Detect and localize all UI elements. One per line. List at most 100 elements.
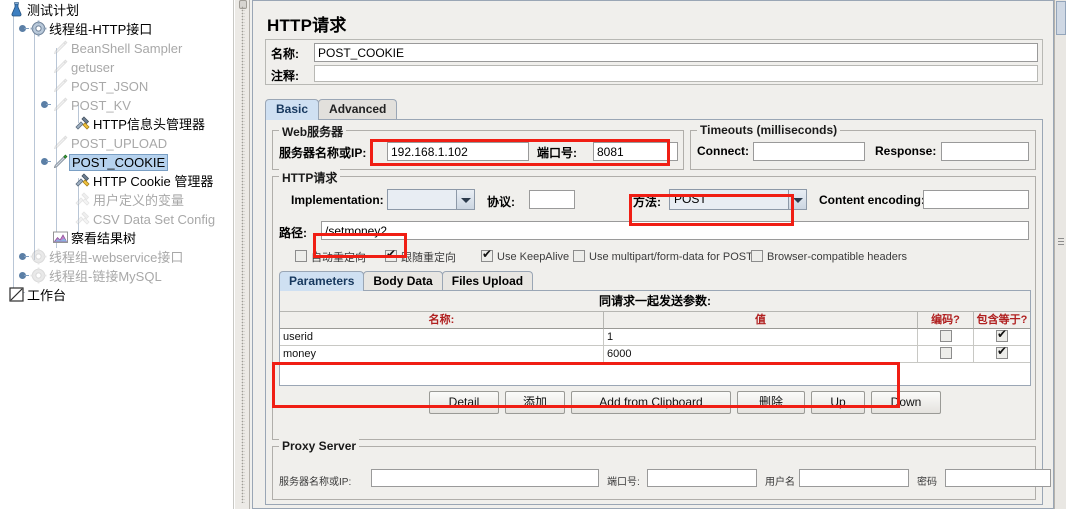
tree-node[interactable]: 测试计划 [0,0,233,19]
tree-node[interactable]: 工作台 [0,285,233,304]
proxy-username-input[interactable] [799,469,909,487]
tree-node[interactable]: 用户定义的变量 [0,190,233,209]
implementation-combo[interactable] [387,189,475,210]
params-tabs[interactable]: Parameters Body Data Files Upload [279,271,534,291]
tree-expand-handle[interactable] [18,24,29,33]
param-button-[interactable]: 删除 [737,391,805,414]
config-disabled-icon [74,191,91,208]
tree-node-label: HTTP信息头管理器 [93,117,205,133]
tree-node[interactable]: POST_UPLOAD [0,133,233,152]
param-button-up[interactable]: Up [811,391,865,414]
tree-expand-handle[interactable] [18,252,29,261]
tab-body-data[interactable]: Body Data [363,271,443,291]
tree-node-label: getuser [71,60,115,76]
editor-tabs[interactable]: Basic Advanced [265,99,398,120]
cell-param-value[interactable]: 1 [604,329,918,346]
parameters-button-bar[interactable]: Detail 添加 Add from Clipboard 删除 Up Down [279,391,1031,417]
response-timeout-input[interactable] [941,142,1029,161]
sampler-disabled-icon [52,96,69,113]
param-button-down[interactable]: Down [871,391,941,414]
proxy-server-name-input[interactable] [371,469,599,487]
tree-node-label: 线程组-链接MySQL [49,269,162,285]
method-combo[interactable]: POST [669,189,807,210]
include-equals-checkbox[interactable] [996,328,1008,343]
window-scrollbar[interactable] [1054,0,1066,509]
chevron-down-icon[interactable] [788,190,806,209]
connect-timeout-input[interactable] [753,142,865,161]
cell-include-equals[interactable] [974,345,1030,363]
tree-node[interactable]: HTTP Cookie 管理器 [0,171,233,190]
tab-files-upload[interactable]: Files Upload [441,271,534,291]
tree-node[interactable]: POST_JSON [0,76,233,95]
tree-node[interactable]: POST_KV [0,95,233,114]
cell-encode[interactable] [918,329,974,346]
checkbox-option[interactable]: Browser-compatible headers [751,249,907,263]
thread-group-disabled-icon [30,248,47,265]
config-disabled-icon [74,210,91,227]
path-input[interactable] [321,221,1029,240]
tree-node-label: POST_KV [71,98,131,114]
table-row[interactable]: money 6000 [280,345,1030,363]
test-plan-tree[interactable]: 测试计划 线程组-HTTP接口 BeanShell Sampler getuser PO… [0,0,234,509]
param-button-add-from-clipboard[interactable]: Add from Clipboard [571,391,731,414]
checkbox-box[interactable] [385,248,397,262]
http-request-group-title: HTTP请求 [279,169,341,186]
encode-checkbox[interactable] [939,347,952,360]
checkbox-box[interactable] [573,249,585,262]
proxy-password-input[interactable] [945,469,1051,487]
tab-advanced[interactable]: Advanced [318,99,398,120]
param-button-[interactable]: 添加 [505,391,565,414]
cell-param-name[interactable]: userid [280,329,604,346]
checkbox-option[interactable]: 跟随重定向 [385,248,456,265]
cell-param-value[interactable]: 6000 [604,346,918,363]
tree-node[interactable]: POST_COOKIE [0,152,233,172]
protocol-label: 协议: [487,195,515,209]
port-input[interactable] [593,142,678,161]
checkbox-box[interactable] [295,250,307,262]
encode-checkbox[interactable] [939,330,952,343]
param-button-detail[interactable]: Detail [429,391,499,414]
tree-expand-handle[interactable] [40,100,51,109]
checkbox-option[interactable]: Use KeepAlive [481,248,570,263]
web-server-group-title: Web服务器 [279,123,347,140]
name-label: 名称: [271,47,299,61]
tree-node[interactable]: 察看结果树 [0,228,233,247]
tree-node[interactable]: BeanShell Sampler [0,38,233,57]
timeouts-group-title: Timeouts (milliseconds) [697,123,841,137]
jmeter-window: 测试计划 线程组-HTTP接口 BeanShell Sampler getuser PO… [0,0,1066,509]
checkbox-option[interactable]: Use multipart/form-data for POST [573,249,753,263]
request-options-checkboxes[interactable]: 自动重定向 跟随重定向 Use KeepAlive Use multipart/for… [295,248,1025,265]
scrollbar-thumb[interactable] [1056,1,1066,35]
checkbox-label: Use KeepAlive [497,250,570,263]
content-encoding-input[interactable] [923,190,1029,209]
table-row[interactable]: userid 1 [280,328,1030,346]
cell-param-name[interactable]: money [280,346,604,363]
tree-expand-handle[interactable] [40,157,51,166]
tree-node[interactable]: CSV Data Set Config [0,209,233,228]
cell-encode[interactable] [918,346,974,363]
split-pane-divider[interactable] [234,0,250,509]
checkbox-box[interactable] [481,248,493,262]
checkbox-option[interactable]: 自动重定向 [295,249,366,265]
tree-node[interactable]: HTTP信息头管理器 [0,114,233,133]
sampler-disabled-icon [52,58,69,75]
tab-basic[interactable]: Basic [265,99,320,120]
name-input[interactable] [314,43,1038,62]
checkbox-box[interactable] [751,249,763,262]
chevron-down-icon[interactable] [456,190,474,209]
tree-node[interactable]: getuser [0,57,233,76]
proxy-port-input[interactable] [647,469,757,487]
tree-expand-handle[interactable] [18,271,29,280]
comment-input[interactable] [314,65,1038,82]
server-name-input[interactable] [387,142,529,161]
tree-node[interactable]: 线程组-webservice接口 [0,247,233,266]
protocol-input[interactable] [529,190,575,209]
tree-node[interactable]: 线程组-HTTP接口 [0,19,233,38]
checkbox-label: 跟随重定向 [401,252,456,264]
include-equals-checkbox[interactable] [996,345,1008,360]
tree-node-label: POST_UPLOAD [71,136,168,152]
tab-parameters[interactable]: Parameters [279,271,365,291]
header-manager-icon [74,115,91,132]
tree-node[interactable]: 线程组-链接MySQL [0,266,233,285]
parameters-table[interactable]: 同请求一起发送参数: 名称: 值 编码? 包含等于? userid1money6… [279,290,1031,386]
